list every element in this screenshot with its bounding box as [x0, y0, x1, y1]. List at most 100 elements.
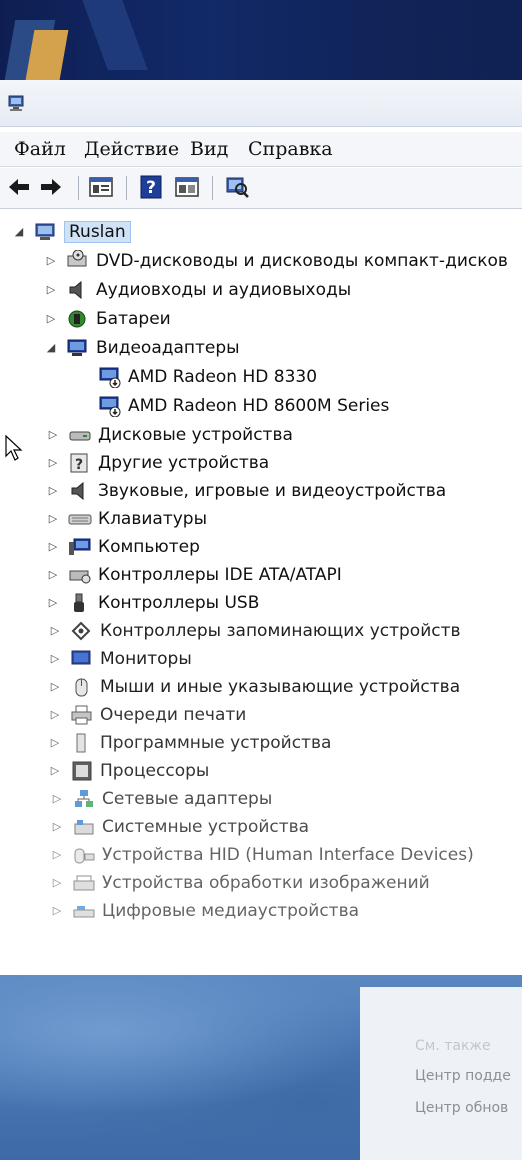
tree-item-print-queues[interactable]: ▷ Очереди печати: [48, 702, 247, 728]
tree-item-sound[interactable]: ▷ Звуковые, игровые и видеоустройства: [46, 478, 446, 504]
console-tree-icon[interactable]: [174, 174, 200, 200]
speaker-icon: [71, 481, 84, 501]
expand-arrow-icon[interactable]: ▷: [44, 283, 58, 297]
expand-arrow-icon[interactable]: ▷: [50, 904, 64, 918]
desktop-wallpaper: [0, 0, 522, 80]
expand-arrow-icon[interactable]: ▷: [48, 652, 62, 666]
toolbar-separator: [78, 176, 79, 200]
tree-item-processors[interactable]: ▷ Процессоры: [48, 758, 210, 784]
tree-item-ide[interactable]: ▷ Контроллеры IDE ATA/ATAPI: [46, 562, 342, 588]
software-device-icon: [76, 733, 86, 753]
tree-item-label: Компьютер: [98, 537, 200, 557]
tree-item-mice[interactable]: ▷ Мыши и иные указывающие устройства: [48, 674, 460, 700]
tree-item-label: DVD-дисководы и дисководы компакт-дисков: [96, 251, 508, 271]
expand-arrow-icon[interactable]: ▷: [46, 484, 60, 498]
toolbar-separator: [126, 176, 127, 200]
back-icon[interactable]: [6, 174, 32, 200]
expand-arrow-icon[interactable]: ▷: [46, 456, 60, 470]
expand-arrow-icon[interactable]: ▷: [50, 848, 64, 862]
tree-item-label: Аудиовходы и аудиовыходы: [96, 280, 352, 300]
tree-item-software[interactable]: ▷ Программные устройства: [48, 730, 332, 756]
computer-icon: [35, 223, 55, 240]
tree-item-label: Устройства HID (Human Interface Devices): [102, 845, 474, 865]
display-adapter-warning-icon: [99, 367, 121, 388]
expand-arrow-icon[interactable]: ▷: [48, 624, 62, 638]
tree-item-imaging[interactable]: ▷ Устройства обработки изображений: [50, 870, 430, 896]
menu-bar: Файл Действие Вид Справка: [0, 132, 522, 167]
expand-arrow-icon[interactable]: ▷: [48, 764, 62, 778]
imaging-device-icon: [73, 875, 95, 891]
tree-item-network[interactable]: ▷ Сетевые адаптеры: [50, 786, 273, 812]
support-center-link[interactable]: Центр подде: [415, 1068, 511, 1084]
tree-item-label: Мониторы: [100, 649, 192, 669]
tree-item-storage[interactable]: ▷ Контроллеры запоминающих устройств: [48, 618, 461, 644]
tree-item-system[interactable]: ▷ Системные устройства: [50, 814, 309, 840]
menu-view[interactable]: Вид: [188, 136, 230, 162]
expand-arrow-icon[interactable]: ▷: [46, 428, 60, 442]
tree-item-video[interactable]: ◢ Видеоадаптеры: [44, 335, 240, 361]
tree-item-label: Видеоадаптеры: [96, 338, 240, 358]
tree-item-hid[interactable]: ▷ Устройства HID (Human Interface Device…: [50, 842, 474, 868]
tree-item-monitors[interactable]: ▷ Мониторы: [48, 646, 192, 672]
tree-item-disks[interactable]: ▷ Дисковые устройства: [46, 422, 293, 448]
scan-hardware-icon[interactable]: [224, 174, 250, 200]
display-adapter-icon: [67, 339, 87, 356]
menu-action[interactable]: Действие: [82, 136, 181, 162]
tree-item-batteries[interactable]: ▷ Батареи: [44, 306, 171, 332]
expand-arrow-icon[interactable]: ▷: [48, 708, 62, 722]
expand-arrow-icon[interactable]: ▷: [48, 736, 62, 750]
collapse-arrow-icon[interactable]: ◢: [44, 341, 58, 355]
title-bar[interactable]: [0, 80, 522, 127]
tree-item-usb[interactable]: ▷ Контроллеры USB: [46, 590, 260, 616]
wallpaper-shape: [82, 0, 148, 70]
tree-item-audio-io[interactable]: ▷ Аудиовходы и аудиовыходы: [44, 277, 351, 303]
tree-item-keyboards[interactable]: ▷ Клавиатуры: [46, 506, 207, 532]
tree-item-video-child[interactable]: AMD Radeon HD 8330: [98, 364, 317, 390]
tree-item-label: Клавиатуры: [98, 509, 208, 529]
disk-drive-icon: [69, 431, 91, 441]
expand-arrow-icon[interactable]: ▷: [46, 540, 60, 554]
expand-arrow-icon[interactable]: ▷: [46, 568, 60, 582]
mouse-icon: [75, 678, 88, 697]
expand-arrow-icon[interactable]: ▷: [44, 312, 58, 326]
expand-arrow-icon[interactable]: ▷: [50, 820, 64, 834]
menu-help[interactable]: Справка: [246, 136, 335, 162]
svg-text:?: ?: [146, 178, 156, 198]
keyboard-icon: [68, 514, 92, 525]
expand-arrow-icon[interactable]: ▷: [48, 680, 62, 694]
tree-item-dvd[interactable]: ▷ DVD-дисководы и дисководы компакт-диск…: [44, 248, 508, 274]
help-icon[interactable]: ?: [138, 174, 164, 200]
media-device-icon: [73, 906, 95, 918]
storage-controller-icon: [71, 621, 91, 641]
dvd-drive-icon: [67, 250, 87, 267]
tree-item-label: AMD Radeon HD 8600M Series: [128, 396, 390, 416]
properties-icon[interactable]: [88, 174, 114, 200]
expand-arrow-icon[interactable]: ▷: [50, 876, 64, 890]
expand-arrow-icon[interactable]: ▷: [44, 254, 58, 268]
tree-item-other[interactable]: ▷ ? Другие устройства: [46, 450, 269, 476]
expand-arrow-icon[interactable]: ▷: [50, 792, 64, 806]
menu-file[interactable]: Файл: [12, 136, 68, 162]
tree-root[interactable]: ◢ Ruslan: [12, 219, 131, 245]
update-center-link[interactable]: Центр обнов: [415, 1100, 508, 1116]
usb-icon: [74, 593, 84, 612]
tree-item-label: Очереди печати: [100, 705, 247, 725]
collapse-arrow-icon[interactable]: ◢: [12, 225, 26, 239]
svg-text:?: ?: [75, 457, 83, 473]
tree-item-computer[interactable]: ▷ Компьютер: [46, 534, 200, 560]
forward-icon[interactable]: [38, 174, 64, 200]
processor-icon: [72, 761, 92, 781]
tree-item-video-child[interactable]: AMD Radeon HD 8600M Series: [98, 393, 389, 419]
expand-arrow-icon[interactable]: ▷: [46, 512, 60, 526]
tree-item-label: Процессоры: [100, 761, 210, 781]
tree-item-label: AMD Radeon HD 8330: [128, 367, 318, 387]
device-manager-window: Файл Действие Вид Справка ? ◢ Ruslan ▷ D…: [0, 80, 522, 975]
expand-arrow-icon[interactable]: ▷: [46, 596, 60, 610]
monitor-icon: [71, 650, 91, 665]
tree-item-media[interactable]: ▷ Цифровые медиаустройства: [50, 898, 359, 924]
toolbar: ?: [0, 168, 522, 209]
network-adapter-icon: [75, 790, 93, 807]
tree-item-label: Устройства обработки изображений: [102, 873, 430, 893]
device-manager-app-icon: [8, 95, 24, 111]
tree-item-label: Системные устройства: [102, 817, 310, 837]
